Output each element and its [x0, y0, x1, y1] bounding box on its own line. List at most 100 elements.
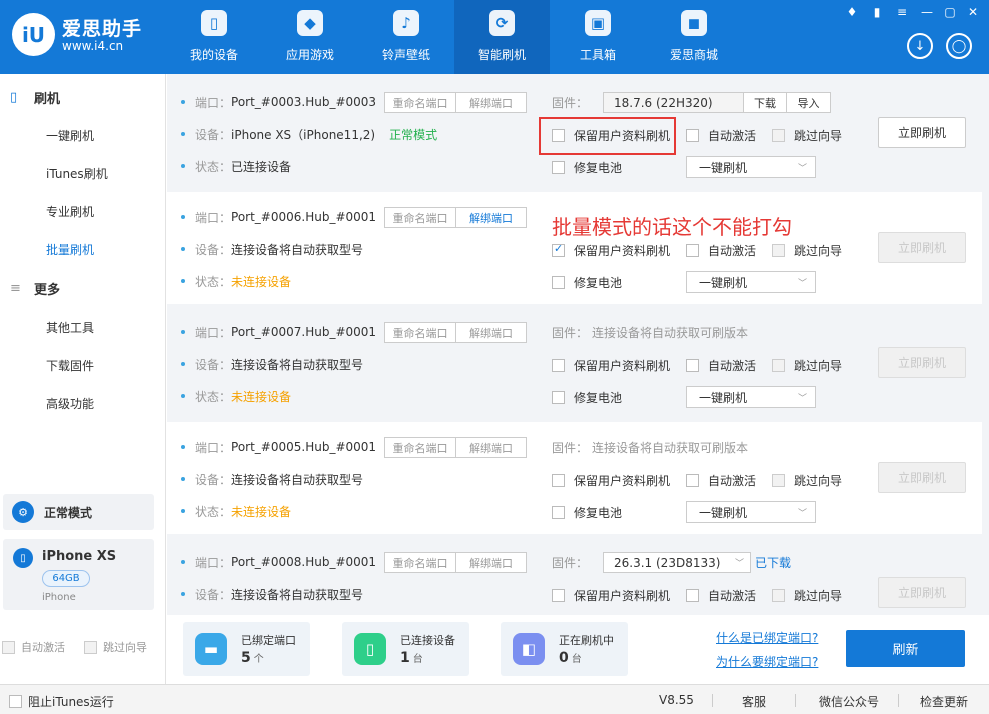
option-label: 自动激活: [21, 641, 65, 654]
skip-guide-option[interactable]: 跳过向导: [772, 242, 842, 259]
keep-data-checkbox[interactable]: [552, 242, 565, 257]
keep-data-option[interactable]: 保留用户资料刷机: [552, 472, 670, 489]
auto-activate-checkbox[interactable]: [686, 359, 699, 372]
repair-battery-option[interactable]: 修复电池: [552, 274, 622, 291]
repair-battery-checkbox[interactable]: [552, 161, 565, 174]
sidebar-section-more[interactable]: ≡ 更多: [10, 279, 60, 299]
sidebar-item-batch-flash[interactable]: 批量刷机: [46, 241, 94, 258]
sidebar-item-itunes-flash[interactable]: iTunes刷机: [46, 165, 108, 182]
user-icon[interactable]: ◯: [946, 33, 972, 59]
rename-port-button[interactable]: 重命名端口: [384, 437, 456, 458]
sidebar-item-one-click-flash[interactable]: 一键刷机: [46, 127, 94, 144]
skip-guide-option[interactable]: 跳过向导: [772, 472, 842, 489]
keep-data-checkbox[interactable]: [552, 474, 565, 487]
auto-activate-option[interactable]: 自动激活: [686, 127, 756, 144]
auto-activate-option[interactable]: 自动激活: [686, 242, 756, 259]
auto-activate-checkbox[interactable]: [686, 474, 699, 487]
skip-guide-option[interactable]: 跳过向导: [772, 357, 842, 374]
keep-data-option[interactable]: 保留用户资料刷机: [552, 587, 670, 604]
sidebar-item-other-tools[interactable]: 其他工具: [46, 319, 94, 336]
flash-mode-select[interactable]: 一键刷机 ﹀: [686, 386, 816, 408]
nav-my-device[interactable]: ▯ 我的设备: [166, 0, 262, 74]
customer-service-link[interactable]: 客服: [742, 693, 766, 710]
flash-mode-select[interactable]: 一键刷机 ﹀: [686, 501, 816, 523]
nav-toolbox[interactable]: ▣ 工具箱: [550, 0, 646, 74]
nav-store[interactable]: ◼ 爱思商城: [646, 0, 742, 74]
keep-data-checkbox[interactable]: [552, 589, 565, 602]
auto-activate-checkbox[interactable]: [2, 640, 15, 654]
skip-guide-checkbox[interactable]: [772, 129, 785, 142]
auto-activate-option[interactable]: 自动激活: [686, 472, 756, 489]
keep-data-checkbox[interactable]: [552, 359, 565, 372]
repair-battery-checkbox[interactable]: [552, 391, 565, 404]
repair-battery-checkbox[interactable]: [552, 276, 565, 289]
keep-data-option[interactable]: 保留用户资料刷机: [552, 357, 670, 374]
status-text: 已连接设备: [231, 159, 292, 174]
sidebar-auto-activate[interactable]: 自动激活: [2, 639, 65, 655]
rename-port-button[interactable]: 重命名端口: [384, 92, 456, 113]
auto-activate-option[interactable]: 自动激活: [686, 357, 756, 374]
repair-battery-checkbox[interactable]: [552, 506, 565, 519]
repair-battery-option[interactable]: 修复电池: [552, 504, 622, 521]
repair-battery-option[interactable]: 修复电池: [552, 159, 622, 176]
flash-now-button[interactable]: 立即刷机: [878, 577, 966, 608]
flash-now-button[interactable]: 立即刷机: [878, 232, 966, 263]
download-button[interactable]: 下载: [743, 92, 787, 113]
sidebar-item-download-firmware[interactable]: 下载固件: [46, 357, 94, 374]
skip-guide-option[interactable]: 跳过向导: [772, 127, 842, 144]
skip-guide-option[interactable]: 跳过向导: [772, 587, 842, 604]
skip-guide-checkbox[interactable]: [772, 244, 785, 257]
skip-guide-checkbox[interactable]: [772, 589, 785, 602]
check-update-link[interactable]: 检查更新: [920, 693, 968, 710]
nav-smart-flash[interactable]: ⟳ 智能刷机: [454, 0, 550, 74]
flash-now-button[interactable]: 立即刷机: [878, 117, 966, 148]
refresh-button[interactable]: 刷新: [846, 630, 965, 667]
unbind-port-button[interactable]: 解绑端口: [456, 92, 527, 113]
nav-apps-games[interactable]: ◆ 应用游戏: [262, 0, 358, 74]
skip-guide-checkbox[interactable]: [772, 474, 785, 487]
close-icon[interactable]: ✕: [966, 5, 980, 19]
skip-guide-checkbox[interactable]: [84, 640, 97, 654]
unbind-port-button[interactable]: 解绑端口: [456, 322, 527, 343]
repair-battery-option[interactable]: 修复电池: [552, 389, 622, 406]
sidebar-item-advanced[interactable]: 高级功能: [46, 395, 94, 412]
firmware-key: 固件：: [552, 96, 589, 110]
settings-icon[interactable]: ≡: [895, 5, 909, 19]
what-is-bound-port-link[interactable]: 什么是已绑定端口?: [716, 629, 818, 646]
skip-guide-checkbox[interactable]: [772, 359, 785, 372]
block-itunes-checkbox[interactable]: [9, 695, 22, 708]
sidebar-item-pro-flash[interactable]: 专业刷机: [46, 203, 94, 220]
rename-port-button[interactable]: 重命名端口: [384, 207, 456, 228]
minimize-icon[interactable]: —: [920, 5, 934, 19]
flash-mode-select[interactable]: 一键刷机 ﹀: [686, 156, 816, 178]
stat-value: 5个: [241, 650, 264, 666]
flash-now-button[interactable]: 立即刷机: [878, 347, 966, 378]
import-button[interactable]: 导入: [787, 92, 831, 113]
download-icon[interactable]: ↓: [907, 33, 933, 59]
chevron-down-icon: ﹀: [797, 163, 807, 174]
maximize-icon[interactable]: ▢: [943, 5, 957, 19]
menu-icon[interactable]: ▮: [870, 5, 884, 19]
auto-activate-checkbox[interactable]: [686, 244, 699, 257]
why-bind-port-link[interactable]: 为什么要绑定端口?: [716, 653, 818, 670]
firmware-select[interactable]: 26.3.1 (23D8133) ﹀: [603, 552, 752, 573]
stat-label: 已连接设备: [400, 634, 455, 647]
auto-activate-option[interactable]: 自动激活: [686, 587, 756, 604]
rename-port-button[interactable]: 重命名端口: [384, 552, 456, 573]
block-itunes-option[interactable]: 阻止iTunes运行: [9, 693, 114, 710]
unbind-port-button[interactable]: 解绑端口: [456, 552, 527, 573]
nav-ringtones[interactable]: ♪ 铃声壁纸: [358, 0, 454, 74]
rename-port-button[interactable]: 重命名端口: [384, 322, 456, 343]
unbind-port-button[interactable]: 解绑端口: [456, 437, 527, 458]
sidebar-section-flash[interactable]: ▯ 刷机: [10, 88, 60, 108]
flash-mode-select[interactable]: 一键刷机 ﹀: [686, 271, 816, 293]
auto-activate-checkbox[interactable]: [686, 129, 699, 142]
device-card[interactable]: ▯ iPhone XS 64GB iPhone: [3, 539, 154, 610]
flash-now-button[interactable]: 立即刷机: [878, 462, 966, 493]
unbind-port-button[interactable]: 解绑端口: [456, 207, 527, 228]
auto-activate-checkbox[interactable]: [686, 589, 699, 602]
keep-data-option[interactable]: 保留用户资料刷机: [552, 242, 670, 259]
sidebar-skip-guide[interactable]: 跳过向导: [84, 639, 147, 655]
skin-icon[interactable]: ♦: [845, 5, 859, 19]
wechat-link[interactable]: 微信公众号: [819, 693, 879, 710]
